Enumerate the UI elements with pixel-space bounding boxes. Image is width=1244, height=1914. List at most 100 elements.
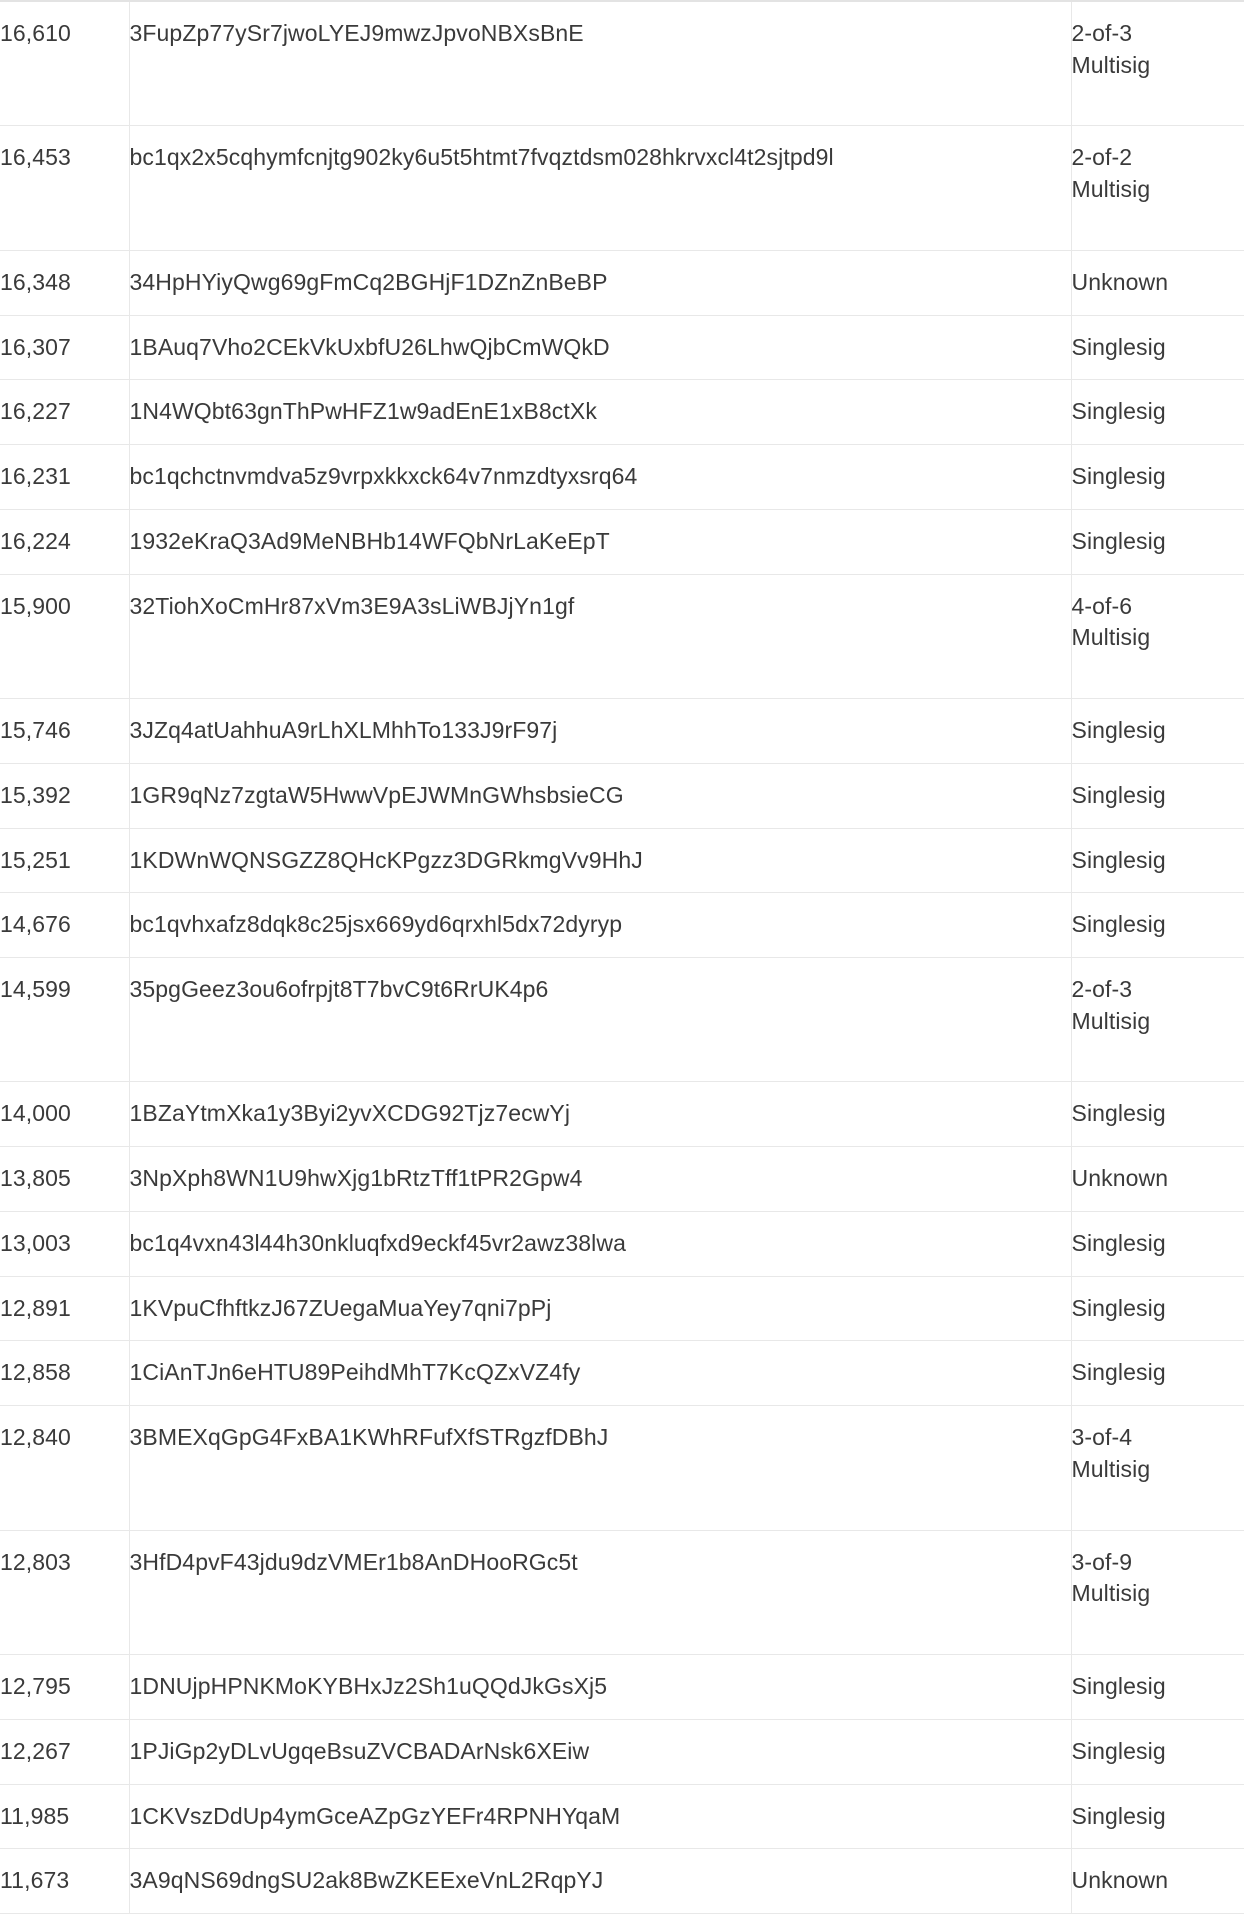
- cell-script-type: Singlesig: [1071, 1081, 1244, 1147]
- script-type-kind: Multisig: [1071, 176, 1151, 203]
- cell-bitcoin-address[interactable]: bc1qvhxafz8dqk8c25jsx669yd6qrxhl5dx72dyr…: [129, 892, 1072, 958]
- table-row[interactable]: 16,610 3FupZp77ySr7jwoLYEJ9mwzJpvoNBXsBnE…: [0, 2, 1244, 126]
- cell-bitcoin-address[interactable]: 1PJiGp2yDLvUgqeBsuZVCBADArNsk6XEiw: [129, 1719, 1072, 1785]
- table-row[interactable]: 14,599 35pgGeez3ou6ofrpjt8T7bvC9t6RrUK4p6…: [0, 957, 1244, 1082]
- table-row[interactable]: 14,676 bc1qvhxafz8dqk8c25jsx669yd6qrxhl5d…: [0, 892, 1244, 958]
- cell-transaction-count: 13,805: [0, 1146, 130, 1212]
- cell-script-type: Singlesig: [1071, 1719, 1244, 1785]
- table-row[interactable]: 12,267 1PJiGp2yDLvUgqeBsuZVCBADArNsk6XEiw…: [0, 1719, 1244, 1785]
- cell-bitcoin-address[interactable]: 34HpHYiyQwg69gFmCq2BGHjF1DZnZnBeBP: [129, 250, 1072, 316]
- table-row[interactable]: 16,224 1932eKraQ3Ad9MeNBHb14WFQbNrLaKeEpT…: [0, 509, 1244, 575]
- cell-script-type: 2-of-3 Multisig: [1071, 2, 1244, 126]
- table-row[interactable]: 16,307 1BAuq7Vho2CEkVkUxbfU26LhwQjbCmWQkD…: [0, 315, 1244, 380]
- script-type-kind: Singlesig: [1071, 1737, 1166, 1764]
- cell-script-type: Unknown: [1071, 250, 1244, 316]
- cell-transaction-count: 15,392: [0, 763, 130, 829]
- script-type-threshold: 3-of-4: [1071, 1424, 1133, 1451]
- script-type-kind: Multisig: [1071, 1580, 1151, 1607]
- address-table-container: 16,610 3FupZp77ySr7jwoLYEJ9mwzJpvoNBXsBnE…: [0, 0, 1244, 1914]
- cell-transaction-count: 12,795: [0, 1654, 130, 1720]
- cell-bitcoin-address[interactable]: 3HfD4pvF43jdu9dzVMEr1b8AnDHooRGc5t: [129, 1530, 1072, 1655]
- cell-bitcoin-address[interactable]: 1GR9qNz7zgtaW5HwwVpEJWMnGWhsbsieCG: [129, 763, 1072, 829]
- cell-script-type: Singlesig: [1071, 509, 1244, 575]
- cell-bitcoin-address[interactable]: 3BMEXqGpG4FxBA1KWhRFufXfSTRgzfDBhJ: [129, 1405, 1072, 1531]
- cell-script-type: 3-of-9 Multisig: [1071, 1530, 1244, 1655]
- table-row[interactable]: 11,985 1CKVszDdUp4ymGceAZpGzYEFr4RPNHYqaM…: [0, 1784, 1244, 1849]
- cell-bitcoin-address[interactable]: 1CiAnTJn6eHTU89PeihdMhT7KcQZxVZ4fy: [129, 1340, 1072, 1406]
- script-type-threshold: 4-of-6: [1071, 592, 1133, 619]
- script-type-kind: Unknown: [1071, 268, 1169, 295]
- cell-bitcoin-address[interactable]: 3A9qNS69dngSU2ak8BwZKEExeVnL2RqpYJ: [129, 1848, 1072, 1914]
- cell-bitcoin-address[interactable]: 35pgGeez3ou6ofrpjt8T7bvC9t6RrUK4p6: [129, 957, 1072, 1082]
- script-type-kind: Unknown: [1071, 1867, 1169, 1894]
- cell-script-type: Unknown: [1071, 1848, 1244, 1914]
- cell-script-type: Singlesig: [1071, 828, 1244, 893]
- cell-bitcoin-address[interactable]: 3NpXph8WN1U9hwXjg1bRtzTff1tPR2Gpw4: [129, 1146, 1072, 1212]
- cell-transaction-count: 16,224: [0, 509, 130, 575]
- cell-bitcoin-address[interactable]: 1N4WQbt63gnThPwHFZ1w9adEnE1xB8ctXk: [129, 379, 1072, 445]
- script-type-threshold: 2-of-3: [1071, 976, 1133, 1003]
- table-row[interactable]: 15,746 3JZq4atUahhuA9rLhXLMhhTo133J9rF97j…: [0, 698, 1244, 764]
- cell-script-type: Singlesig: [1071, 1784, 1244, 1849]
- cell-script-type: 3-of-4 Multisig: [1071, 1405, 1244, 1531]
- cell-transaction-count: 11,673: [0, 1848, 130, 1914]
- script-type-threshold: 2-of-3: [1071, 20, 1133, 46]
- table-row[interactable]: 12,891 1KVpuCfhftkzJ67ZUegaMuaYey7qni7pPj…: [0, 1276, 1244, 1341]
- table-row[interactable]: 13,003 bc1q4vxn43l44h30nkluqfxd9eckf45vr2…: [0, 1211, 1244, 1277]
- table-row[interactable]: 12,858 1CiAnTJn6eHTU89PeihdMhT7KcQZxVZ4fy…: [0, 1340, 1244, 1406]
- script-type-kind: Singlesig: [1071, 717, 1166, 744]
- script-type-kind: Singlesig: [1071, 1359, 1166, 1386]
- cell-script-type: Unknown: [1071, 1146, 1244, 1212]
- cell-script-type: Singlesig: [1071, 1340, 1244, 1406]
- cell-script-type: Singlesig: [1071, 379, 1244, 445]
- cell-bitcoin-address[interactable]: 1BAuq7Vho2CEkVkUxbfU26LhwQjbCmWQkD: [129, 315, 1072, 380]
- cell-bitcoin-address[interactable]: 1KVpuCfhftkzJ67ZUegaMuaYey7qni7pPj: [129, 1276, 1072, 1341]
- cell-bitcoin-address[interactable]: bc1qchctnvmdva5z9vrpxkkxck64v7nmzdtyxsrq…: [129, 444, 1072, 510]
- script-type-threshold: 3-of-9: [1071, 1548, 1133, 1575]
- table-row[interactable]: 15,251 1KDWnWQNSGZZ8QHcKPgzz3DGRkmgVv9HhJ…: [0, 828, 1244, 893]
- table-row[interactable]: 16,453 bc1qx2x5cqhymfcnjtg902ky6u5t5htmt7…: [0, 125, 1244, 251]
- table-row[interactable]: 12,840 3BMEXqGpG4FxBA1KWhRFufXfSTRgzfDBhJ…: [0, 1405, 1244, 1531]
- table-row[interactable]: 15,900 32TiohXoCmHr87xVm3E9A3sLiWBJjYn1gf…: [0, 574, 1244, 699]
- cell-transaction-count: 14,599: [0, 957, 130, 1082]
- cell-script-type: 2-of-3 Multisig: [1071, 957, 1244, 1082]
- script-type-kind: Singlesig: [1071, 1229, 1166, 1256]
- table-row[interactable]: 13,805 3NpXph8WN1U9hwXjg1bRtzTff1tPR2Gpw4…: [0, 1146, 1244, 1212]
- table-row[interactable]: 16,227 1N4WQbt63gnThPwHFZ1w9adEnE1xB8ctXk…: [0, 379, 1244, 445]
- table-row[interactable]: 16,231 bc1qchctnvmdva5z9vrpxkkxck64v7nmzd…: [0, 444, 1244, 510]
- script-type-kind: Singlesig: [1071, 1802, 1166, 1829]
- table-row[interactable]: 16,348 34HpHYiyQwg69gFmCq2BGHjF1DZnZnBeBP…: [0, 250, 1244, 316]
- cell-bitcoin-address[interactable]: 1KDWnWQNSGZZ8QHcKPgzz3DGRkmgVv9HhJ: [129, 828, 1072, 893]
- cell-bitcoin-address[interactable]: bc1qx2x5cqhymfcnjtg902ky6u5t5htmt7fvqztd…: [129, 125, 1072, 251]
- cell-transaction-count: 14,676: [0, 892, 130, 958]
- cell-bitcoin-address[interactable]: 1BZaYtmXka1y3Byi2yvXCDG92Tjz7ecwYj: [129, 1081, 1072, 1147]
- table-row[interactable]: 14,000 1BZaYtmXka1y3Byi2yvXCDG92Tjz7ecwYj…: [0, 1081, 1244, 1147]
- script-type-kind: Singlesig: [1071, 398, 1166, 425]
- cell-script-type: Singlesig: [1071, 315, 1244, 380]
- script-type-threshold: 2-of-2: [1071, 144, 1133, 171]
- cell-transaction-count: 16,348: [0, 250, 130, 316]
- script-type-kind: Singlesig: [1071, 1673, 1166, 1700]
- script-type-kind: Multisig: [1071, 51, 1151, 78]
- cell-bitcoin-address[interactable]: 1DNUjpHPNKMoKYBHxJz2Sh1uQQdJkGsXj5: [129, 1654, 1072, 1720]
- table-row[interactable]: 11,673 3A9qNS69dngSU2ak8BwZKEExeVnL2RqpYJ…: [0, 1848, 1244, 1914]
- cell-transaction-count: 12,267: [0, 1719, 130, 1785]
- table-row[interactable]: 12,795 1DNUjpHPNKMoKYBHxJz2Sh1uQQdJkGsXj5…: [0, 1654, 1244, 1720]
- cell-script-type: 2-of-2 Multisig: [1071, 125, 1244, 251]
- cell-transaction-count: 16,453: [0, 125, 130, 251]
- cell-bitcoin-address[interactable]: 3JZq4atUahhuA9rLhXLMhhTo133J9rF97j: [129, 698, 1072, 764]
- cell-bitcoin-address[interactable]: bc1q4vxn43l44h30nkluqfxd9eckf45vr2awz38l…: [129, 1211, 1072, 1277]
- script-type-kind: Singlesig: [1071, 527, 1166, 554]
- cell-transaction-count: 14,000: [0, 1081, 130, 1147]
- cell-script-type: Singlesig: [1071, 763, 1244, 829]
- script-type-kind: Singlesig: [1071, 1294, 1166, 1321]
- table-row[interactable]: 12,803 3HfD4pvF43jdu9dzVMEr1b8AnDHooRGc5t…: [0, 1530, 1244, 1655]
- cell-bitcoin-address[interactable]: 1CKVszDdUp4ymGceAZpGzYEFr4RPNHYqaM: [129, 1784, 1072, 1849]
- cell-transaction-count: 12,803: [0, 1530, 130, 1655]
- script-type-kind: Singlesig: [1071, 463, 1166, 490]
- cell-bitcoin-address[interactable]: 1932eKraQ3Ad9MeNBHb14WFQbNrLaKeEpT: [129, 509, 1072, 575]
- script-type-kind: Multisig: [1071, 1455, 1151, 1482]
- cell-bitcoin-address[interactable]: 3FupZp77ySr7jwoLYEJ9mwzJpvoNBXsBnE: [129, 2, 1072, 126]
- cell-bitcoin-address[interactable]: 32TiohXoCmHr87xVm3E9A3sLiWBJjYn1gf: [129, 574, 1072, 699]
- table-row[interactable]: 15,392 1GR9qNz7zgtaW5HwwVpEJWMnGWhsbsieCG…: [0, 763, 1244, 829]
